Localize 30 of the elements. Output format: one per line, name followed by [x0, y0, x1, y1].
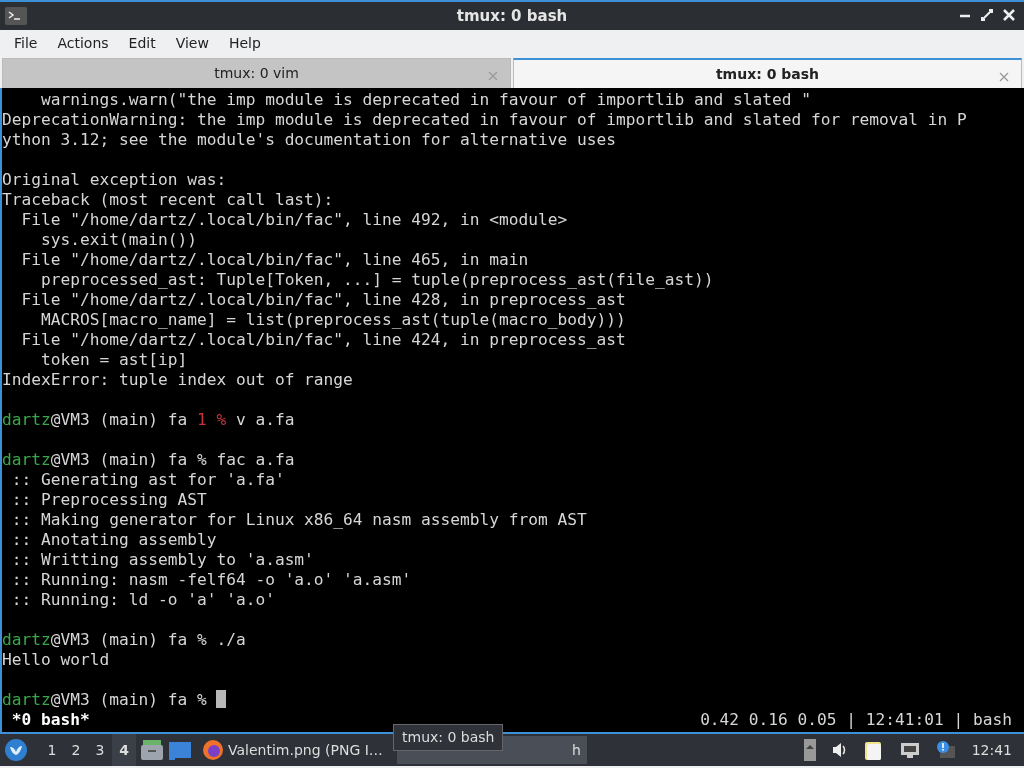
terminal-line: :: Generating ast for 'a.fa' — [10, 470, 286, 490]
terminal-line: File "/home/dartz/.local/bin/fac", line 492, in <module> — [20, 210, 569, 230]
terminal-line: dartz@VM3 (main) fa % ./a — [2, 630, 247, 650]
terminal-line: Hello world — [2, 650, 111, 670]
terminal-line: sys.exit(main()) — [39, 230, 198, 250]
terminal-line: dartz@VM3 (main) fa % — [2, 690, 1024, 710]
terminal-line: :: Making generator for Linux x86_64 nasm assembly from AST — [10, 510, 588, 530]
tmux-status-text: 0.42 0.16 0.05 | 12:41:01 | bash — [700, 710, 1012, 730]
terminal-line: dartz@VM3 (main) fa 1 % v a.fa — [2, 410, 296, 430]
terminal-line: :: Writting assembly to 'a.asm' — [10, 550, 315, 570]
terminal-line: Original exception was: — [2, 170, 228, 190]
terminal-line: warnings.warn("the imp module is deprecated in favour of importlib and slated " — [39, 90, 812, 110]
terminal-line: preprocessed_ast: Tuple[Token, ...] = tuple(preprocess_ast(file_ast)) — [39, 270, 715, 290]
terminal-line: File "/home/dartz/.local/bin/fac", line 428, in preprocess_ast — [20, 290, 627, 310]
terminal-line: IndexError: tuple index out of range — [2, 370, 354, 390]
terminal-line: File "/home/dartz/.local/bin/fac", line 424, in preprocess_ast — [20, 330, 627, 350]
tooltip: tmux: 0 bash — [393, 724, 504, 751]
window-title: tmux: 0 bash — [456, 7, 568, 25]
terminal-line: DeprecationWarning: the imp module is deprecated in favour of importlib and slated for removal in P — [2, 110, 968, 130]
terminal-line: Traceback (most recent call last): — [2, 190, 335, 210]
terminal-line: ython 3.12; see the module's documentation for alternative uses — [2, 130, 617, 150]
terminal-line: :: Running: nasm -felf64 -o 'a.o' 'a.asm' — [10, 570, 413, 590]
terminal-line: File "/home/dartz/.local/bin/fac", line 465, in main — [20, 250, 530, 270]
terminal-line: MACROS[macro_name] = list(preprocess_ast(tuple(macro_body))) — [39, 310, 627, 330]
terminal-line: :: Preprocessing AST — [10, 490, 208, 510]
terminal-line: token = ast[ip] — [39, 350, 189, 370]
terminal-line: :: Running: ld -o 'a' 'a.o' — [10, 590, 276, 610]
tmux-window-label: *0 bash* — [10, 710, 90, 730]
terminal-line: dartz@VM3 (main) fa % fac a.fa — [2, 450, 296, 470]
terminal-line: :: Anotating assembly — [10, 530, 218, 550]
